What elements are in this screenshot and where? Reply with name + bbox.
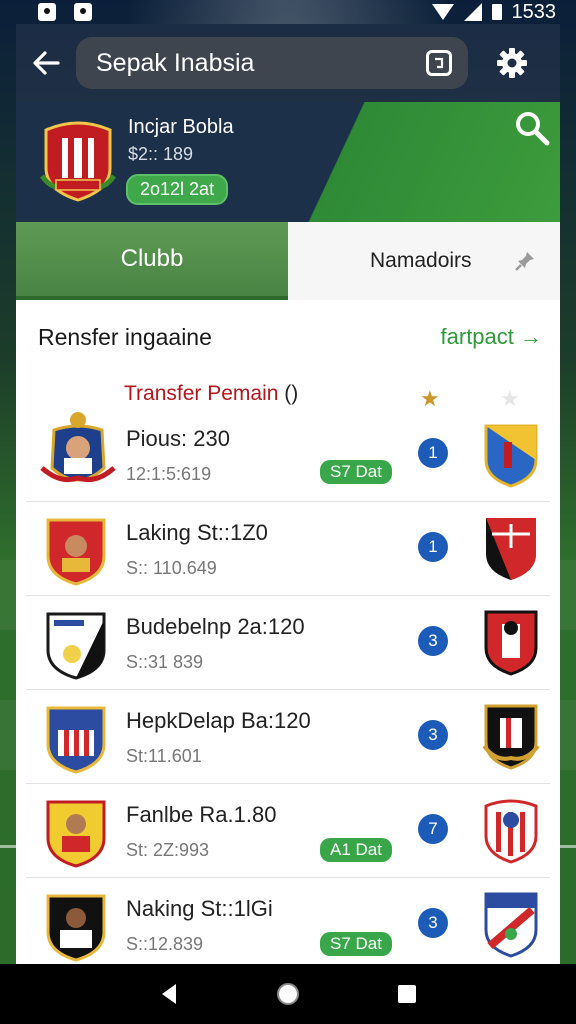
settings-button[interactable] <box>468 24 556 102</box>
list-item[interactable]: Laking St::1Z0 S:: 110.649 1 <box>26 502 550 596</box>
back-arrow-icon <box>33 51 60 75</box>
opponent-crest <box>484 610 538 676</box>
tab-bar: Clubb Namadoirs <box>16 222 560 300</box>
club-crest <box>46 612 106 680</box>
row-subtitle: S:: 110.649 <box>126 558 217 578</box>
league-name: Incjar Bobla <box>128 116 234 138</box>
list-item[interactable]: Fanlbe Ra.1.80 St: 2Z:993 A1 Dat 7 <box>26 784 550 878</box>
battery-icon <box>491 4 502 20</box>
nav-recents-button[interactable] <box>387 974 427 1014</box>
club-crest <box>46 706 106 774</box>
list-item[interactable]: Transfer Pemain () ★ ★ Pious: 230 12:1:5… <box>26 374 550 502</box>
notification-icon <box>38 3 56 21</box>
row-count-badge: 3 <box>418 908 448 938</box>
row-tag: S7 Dat <box>320 460 392 484</box>
club-crest <box>46 894 106 962</box>
star-icon[interactable]: ★ <box>500 386 520 412</box>
search-icon[interactable] <box>514 110 550 146</box>
league-crest <box>40 121 116 202</box>
tab-namadoirs[interactable]: Namadoirs <box>288 222 560 300</box>
section-header: Rensfer ingaaine fartpact → <box>16 300 560 374</box>
row-subtitle: St: 2Z:993 <box>126 840 210 860</box>
nav-back-button[interactable] <box>149 974 189 1014</box>
star-icon[interactable]: ★ <box>420 386 440 412</box>
search-input[interactable]: Sepak Inabsia <box>76 37 468 89</box>
list-item[interactable]: Naking St::1lGi S::12.839 S7 Dat 3 <box>26 878 550 964</box>
gallery-icon <box>74 3 92 21</box>
nav-back-icon <box>162 984 177 1004</box>
league-price: $2:: 189 <box>128 144 194 164</box>
row-subtitle: S::12.839 <box>126 934 204 954</box>
club-crest <box>40 412 116 483</box>
opponent-crest <box>484 799 538 864</box>
featured-headline: Transfer Pemain () <box>124 382 299 405</box>
search-value: Sepak Inabsia <box>96 48 255 77</box>
row-title: HepkDelap Ba:120 <box>126 708 311 733</box>
nav-home-button[interactable] <box>268 974 308 1014</box>
row-title: Fanlbe Ra.1.80 <box>126 802 277 827</box>
row-tag: S7 Dat <box>320 932 392 956</box>
app-switch-icon[interactable] <box>426 50 452 76</box>
section-link[interactable]: fartpact → <box>441 324 542 350</box>
club-crest <box>46 800 106 868</box>
back-button[interactable] <box>16 24 76 102</box>
row-count-badge: 7 <box>418 814 448 844</box>
row-count-badge: 3 <box>418 626 448 656</box>
nav-recents-icon <box>397 985 416 1003</box>
nav-home-icon <box>276 983 299 1005</box>
row-count-badge: 1 <box>418 438 448 468</box>
pin-icon[interactable] <box>514 250 536 272</box>
wifi-icon <box>431 4 454 20</box>
row-count-badge: 1 <box>418 532 448 562</box>
gear-icon <box>497 48 527 78</box>
row-title: Laking St::1Z0 <box>126 520 268 545</box>
club-crest <box>46 518 106 586</box>
tab-namadoirs-label: Namadoirs <box>370 249 472 272</box>
system-nav-bar <box>0 964 576 1024</box>
league-header: Incjar Bobla $2:: 189 2o12l 2at <box>16 102 560 222</box>
opponent-crest <box>486 518 536 580</box>
tab-clubs-label: Clubb <box>120 245 184 272</box>
opponent-crest <box>484 424 538 488</box>
opponent-crest <box>482 704 540 770</box>
row-tag: A1 Dat <box>320 838 392 862</box>
transfer-panel: Rensfer ingaaine fartpact → Transfer Pem… <box>16 300 560 964</box>
row-count-badge: 3 <box>418 720 448 750</box>
league-badge: 2o12l 2at <box>126 174 229 205</box>
row-title: Naking St::1lGi <box>126 896 273 921</box>
row-subtitle: St:11.601 <box>126 746 202 766</box>
tab-clubs[interactable]: Clubb <box>16 222 288 300</box>
row-title: Pious: 230 <box>126 426 230 451</box>
list-item[interactable]: HepkDelap Ba:120 St:11.601 3 <box>26 690 550 784</box>
app-bar: Sepak Inabsia <box>16 24 560 102</box>
signal-icon <box>463 3 482 21</box>
status-bar: 1533 <box>0 0 576 24</box>
row-subtitle: 12:1:5:619 <box>126 464 212 484</box>
row-title: Budebelnp 2a:120 <box>126 614 305 639</box>
opponent-crest <box>484 892 538 958</box>
section-title: Rensfer ingaaine <box>38 323 212 350</box>
status-time: 1533 <box>511 0 557 23</box>
list-item[interactable]: Budebelnp 2a:120 S::31 839 3 <box>26 596 550 690</box>
row-subtitle: S::31 839 <box>126 652 204 672</box>
